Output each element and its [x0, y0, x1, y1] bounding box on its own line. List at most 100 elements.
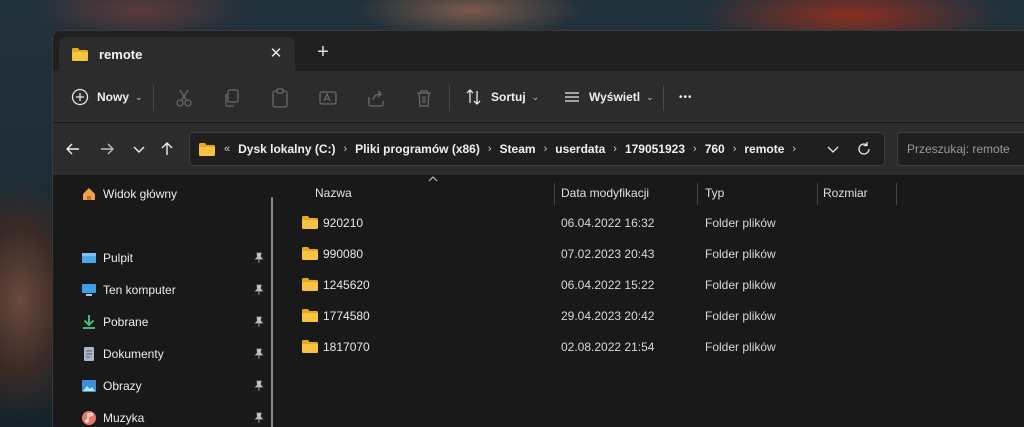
file-modified: 06.04.2022 15:22	[561, 278, 655, 292]
file-type: Folder plików	[705, 278, 776, 292]
breadcrumb-overflow[interactable]: «	[224, 143, 230, 155]
navigation-pane: Widok główny Pulpit Ten komputer Pobrane…	[53, 175, 283, 427]
toolbar-divider	[449, 85, 450, 111]
tab-remote[interactable]: remote ✕	[59, 37, 295, 71]
folder-icon	[302, 340, 318, 353]
breadcrumb-item[interactable]: userdata	[555, 142, 605, 156]
breadcrumb-item[interactable]: 179051923	[625, 142, 685, 156]
new-label: Nowy	[97, 90, 130, 104]
command-bar: Nowy ⌄ Sortuj ⌄ Wyświetl ⌄ •••	[53, 71, 1024, 123]
sidebar-item-computer[interactable]: Ten komputer	[81, 277, 271, 303]
breadcrumb-chevron-icon[interactable]: ›	[693, 143, 697, 155]
sidebar-scrollbar[interactable]	[271, 197, 273, 427]
file-name: 1245620	[323, 278, 370, 292]
column-header-modified[interactable]: Data modyfikacji	[561, 181, 649, 205]
address-history-chevron-down-icon[interactable]	[826, 142, 840, 156]
close-tab-icon[interactable]: ✕	[267, 45, 285, 63]
folder-icon	[302, 278, 318, 291]
file-type: Folder plików	[705, 247, 776, 261]
toolbar-divider	[663, 85, 664, 111]
breadcrumb-item[interactable]: Steam	[500, 142, 536, 156]
pin-icon[interactable]	[253, 380, 265, 392]
back-arrow-icon[interactable]	[63, 139, 83, 159]
new-button[interactable]: Nowy ⌄	[71, 83, 143, 111]
column-divider[interactable]	[896, 183, 897, 205]
paste-icon[interactable]	[269, 87, 291, 109]
breadcrumb-chevron-icon[interactable]: ›	[733, 143, 737, 155]
table-row[interactable]: 920210 06.04.2022 16:32 Folder plików	[285, 209, 885, 237]
sort-button[interactable]: Sortuj ⌄	[465, 83, 539, 111]
up-arrow-icon[interactable]	[157, 139, 177, 159]
table-row[interactable]: 990080 07.02.2023 20:43 Folder plików	[285, 240, 885, 268]
cut-icon[interactable]	[173, 87, 195, 109]
table-row[interactable]: 1774580 29.04.2023 20:42 Folder plików	[285, 302, 885, 330]
folder-icon	[302, 247, 318, 260]
file-explorer-window: remote ✕ + Nowy ⌄ Sortuj ⌄ Wyświetl ⌄ ••…	[52, 30, 1024, 427]
refresh-icon[interactable]	[856, 141, 872, 157]
delete-icon[interactable]	[413, 87, 435, 109]
breadcrumb-chevron-icon[interactable]: ›	[544, 143, 548, 155]
sidebar-item-label: Dokumenty	[103, 347, 164, 361]
pictures-icon	[82, 380, 96, 392]
download-icon	[83, 315, 95, 329]
chevron-down-icon: ⌄	[135, 91, 143, 102]
rename-icon[interactable]	[317, 87, 339, 109]
file-name: 1774580	[323, 309, 370, 323]
sidebar-item-downloads[interactable]: Pobrane	[81, 309, 271, 335]
share-icon[interactable]	[365, 87, 387, 109]
copy-icon[interactable]	[221, 87, 243, 109]
plus-circle-icon	[71, 88, 89, 106]
sidebar-item-label: Widok główny	[103, 187, 178, 201]
pin-icon[interactable]	[253, 316, 265, 328]
table-row[interactable]: 1817070 02.08.2022 21:54 Folder plików	[285, 333, 885, 361]
home-icon	[83, 188, 95, 200]
breadcrumb-chevron-icon[interactable]: ›	[343, 143, 347, 155]
column-header-size[interactable]: Rozmiar	[823, 181, 868, 205]
view-button[interactable]: Wyświetl ⌄	[563, 83, 654, 111]
new-tab-button[interactable]: +	[311, 41, 335, 65]
column-divider[interactable]	[817, 183, 818, 205]
breadcrumb-item[interactable]: Dysk lokalny (C:)	[238, 142, 335, 156]
file-type: Folder plików	[705, 216, 776, 230]
file-modified: 29.04.2023 20:42	[561, 309, 655, 323]
column-divider[interactable]	[697, 183, 698, 205]
pin-icon[interactable]	[253, 412, 265, 424]
more-options-button[interactable]: •••	[679, 83, 693, 111]
file-modified: 06.04.2022 16:32	[561, 216, 655, 230]
tab-bar: remote ✕ +	[53, 31, 1024, 71]
sort-icon	[466, 89, 481, 105]
sidebar-item-documents[interactable]: Dokumenty	[81, 341, 271, 367]
content-area: Widok główny Pulpit Ten komputer Pobrane…	[53, 175, 1024, 427]
pin-icon[interactable]	[253, 284, 265, 296]
recent-chevron-down-icon[interactable]	[129, 139, 149, 159]
pin-icon[interactable]	[253, 348, 265, 360]
computer-icon	[82, 284, 96, 296]
file-type: Folder plików	[705, 340, 776, 354]
toolbar-divider	[153, 85, 154, 111]
column-header-name[interactable]: Nazwa	[315, 181, 352, 205]
table-row[interactable]: 1245620 06.04.2022 15:22 Folder plików	[285, 271, 885, 299]
breadcrumb-item[interactable]: 760	[705, 142, 725, 156]
desktop-icon	[82, 253, 96, 263]
breadcrumb-chevron-icon[interactable]: ›	[792, 143, 796, 155]
address-bar[interactable]: « Dysk lokalny (C:) › Pliki programów (x…	[189, 132, 885, 166]
sidebar-item-home[interactable]: Widok główny	[81, 181, 271, 207]
sort-label: Sortuj	[491, 90, 526, 104]
column-header-type[interactable]: Typ	[705, 181, 724, 205]
sidebar-item-pictures[interactable]: Obrazy	[81, 373, 271, 399]
sidebar-item-label: Pulpit	[103, 251, 134, 265]
sort-ascending-icon	[428, 176, 438, 182]
breadcrumb-chevron-icon[interactable]: ›	[613, 143, 617, 155]
folder-icon	[199, 142, 215, 156]
view-list-icon	[565, 92, 579, 102]
forward-arrow-icon[interactable]	[97, 139, 117, 159]
breadcrumb-item[interactable]: remote	[744, 142, 784, 156]
breadcrumb-chevron-icon[interactable]: ›	[488, 143, 492, 155]
column-divider[interactable]	[554, 183, 555, 205]
search-input[interactable]	[897, 132, 1024, 166]
breadcrumb-item[interactable]: Pliki programów (x86)	[355, 142, 480, 156]
sidebar-item-music[interactable]: Muzyka	[81, 405, 271, 427]
music-icon	[82, 411, 96, 425]
pin-icon[interactable]	[253, 252, 265, 264]
sidebar-item-desktop[interactable]: Pulpit	[81, 245, 271, 271]
